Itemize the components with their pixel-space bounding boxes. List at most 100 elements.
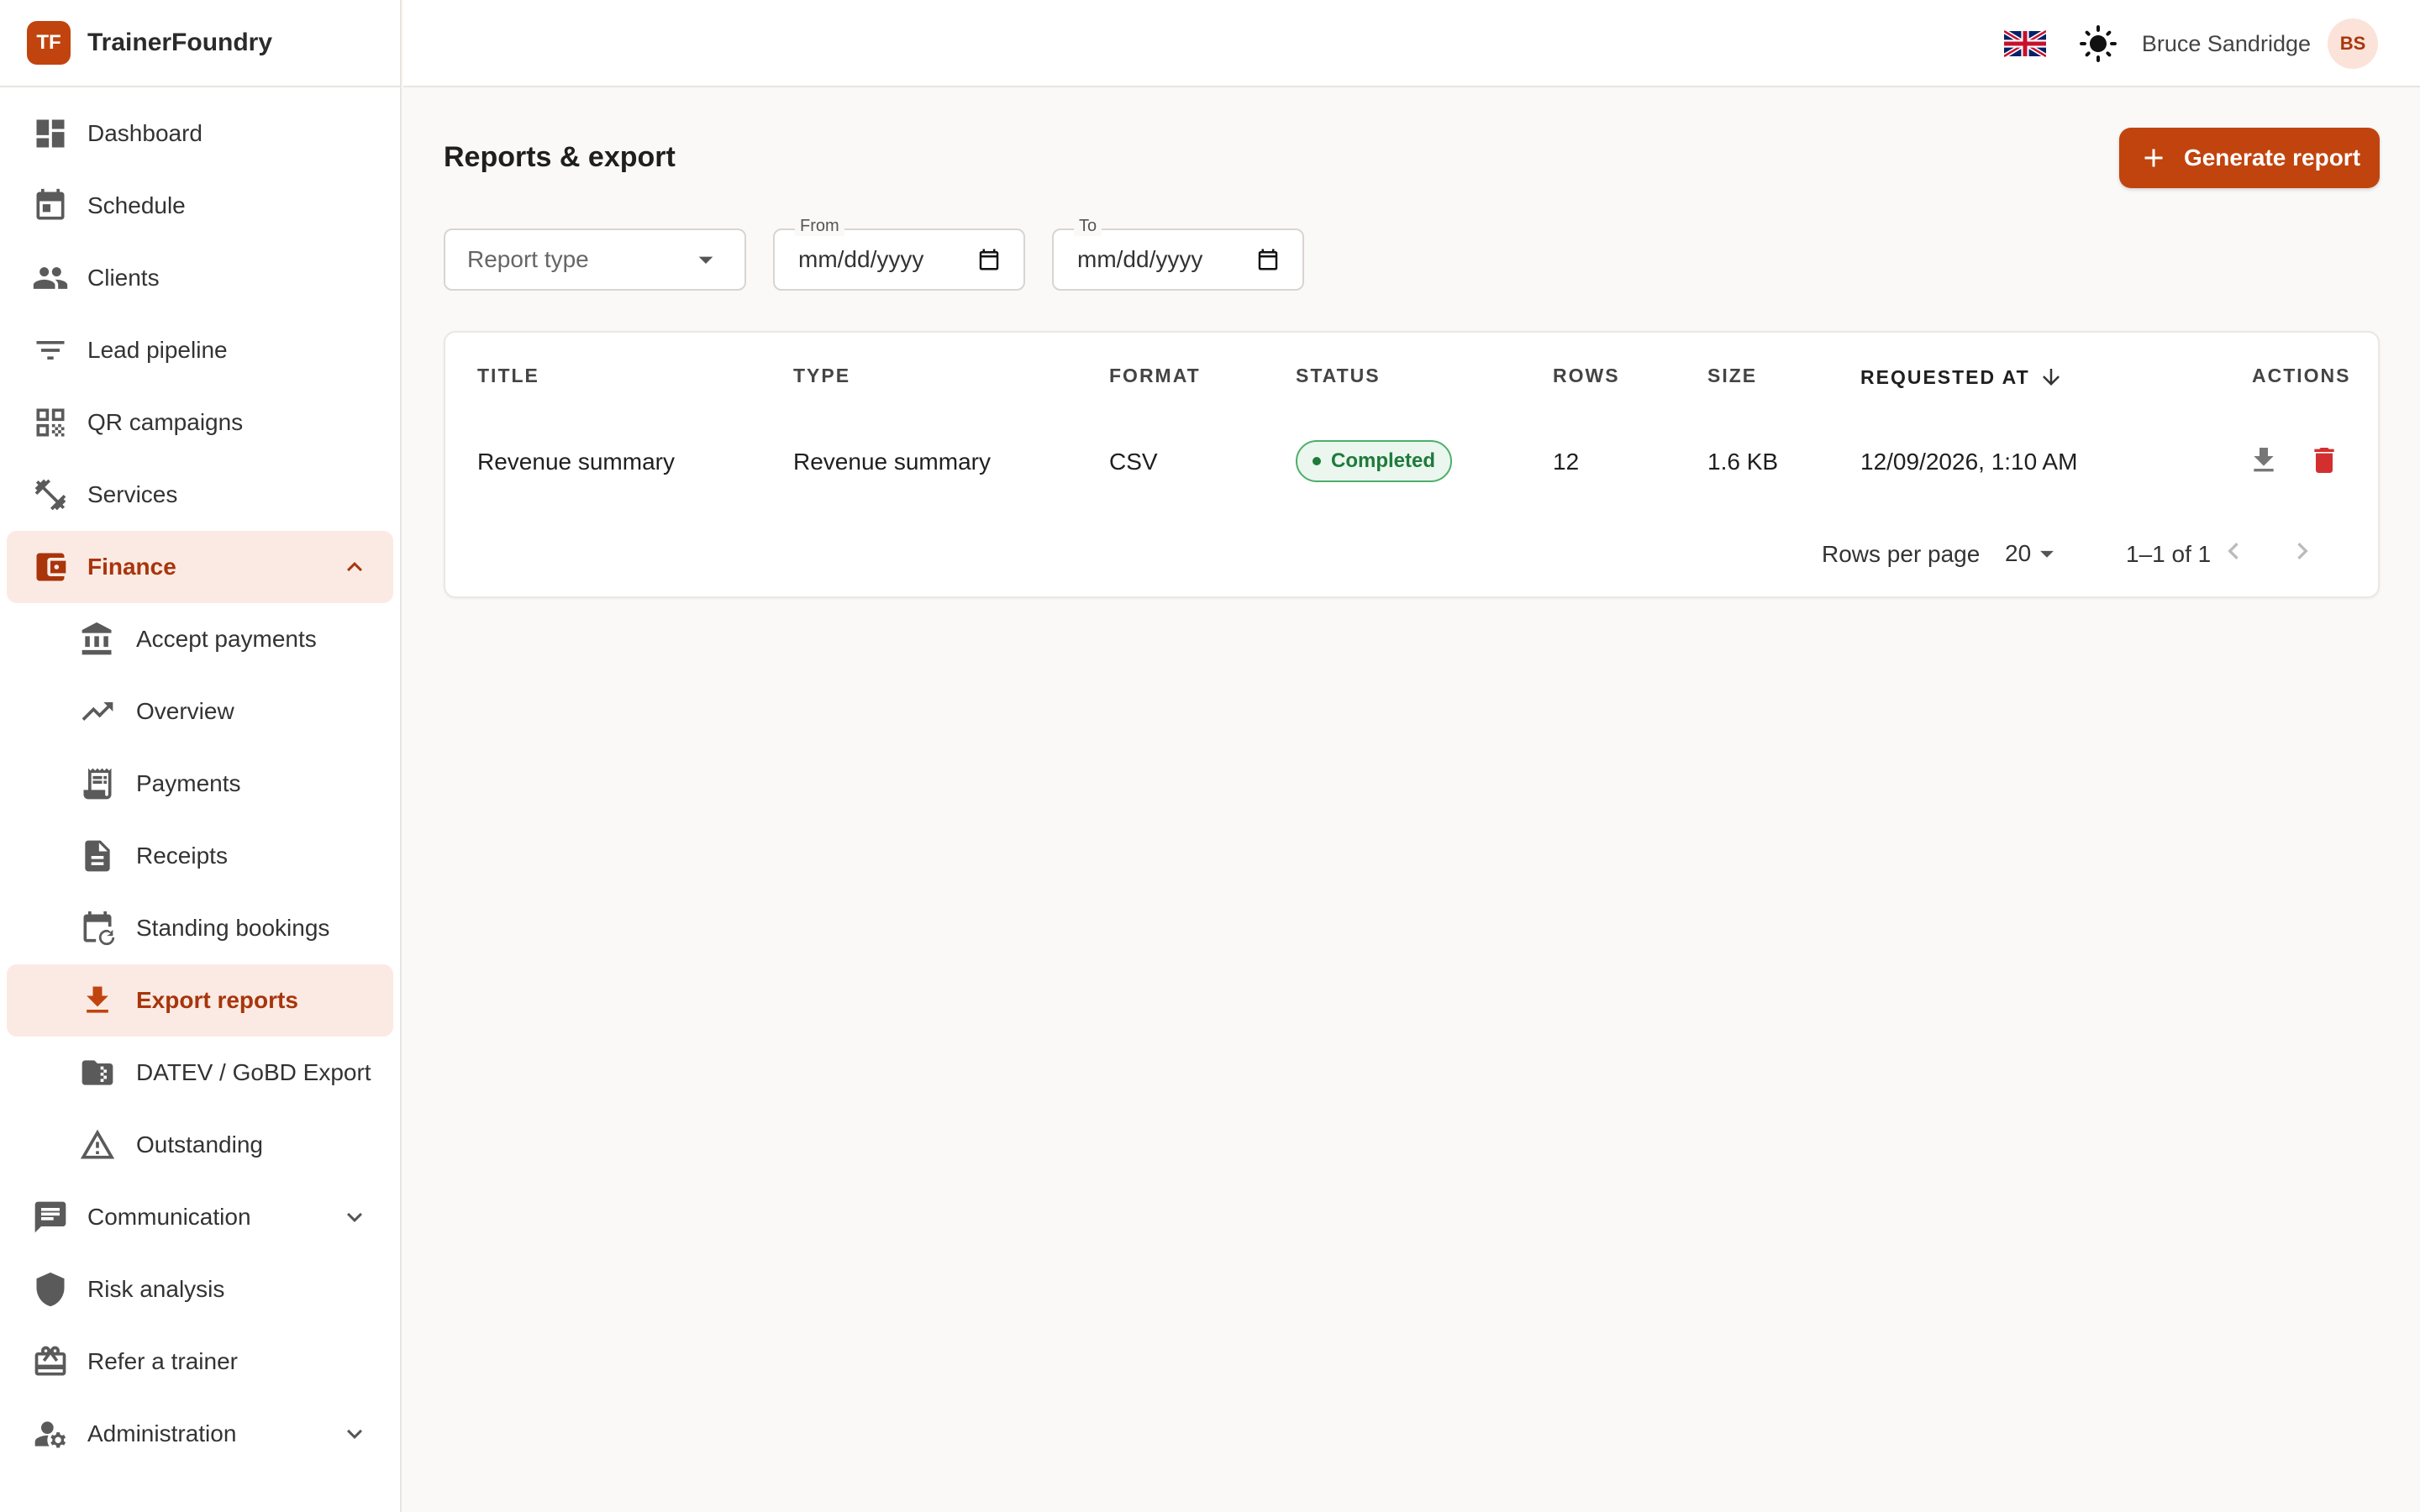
report-type-select[interactable]: Report type [444, 228, 746, 291]
uk-flag-icon[interactable] [2003, 30, 2046, 57]
user-name: Bruce Sandridge [2141, 30, 2311, 56]
sidebar-item-label: Clients [87, 265, 160, 291]
brand-logo: TF [27, 21, 71, 65]
dashboard-icon [30, 113, 71, 154]
sidebar-item-label: Export reports [136, 987, 298, 1013]
sidebar-item-label: DATEV / GoBD Export [136, 1059, 371, 1085]
delete-report-button[interactable] [2307, 444, 2344, 480]
sidebar-item-outstanding[interactable]: Outstanding [7, 1109, 393, 1181]
sidebar-item-communication[interactable]: Communication [7, 1181, 393, 1253]
download-report-button[interactable] [2247, 444, 2284, 480]
caret-down-icon [2040, 550, 2054, 558]
sidebar-item-label: Dashboard [87, 120, 203, 146]
column-header-title[interactable]: TITLE [477, 365, 539, 387]
rows-per-page-label: Rows per page [1822, 541, 1981, 567]
sidebar-item-accept-payments[interactable]: Accept payments [7, 603, 393, 675]
sidebar-item-finance[interactable]: Finance [7, 531, 393, 603]
sidebar-item-label: Accept payments [136, 626, 317, 652]
sun-icon[interactable] [2078, 24, 2118, 64]
sidebar-item-administration[interactable]: Administration [7, 1398, 393, 1470]
brand[interactable]: TF TrainerFoundry [0, 0, 400, 87]
sidebar-item-payments[interactable]: Payments [7, 748, 393, 820]
gift-card-icon [30, 1341, 71, 1382]
calendar-icon [30, 186, 71, 226]
to-date-label: To [1074, 217, 1102, 236]
sidebar-item-label: Overview [136, 698, 234, 724]
status-label: Completed [1331, 449, 1436, 472]
column-header-requested-at[interactable]: REQUESTED AT [1860, 365, 2064, 390]
download-icon [77, 980, 118, 1021]
people-icon [30, 258, 71, 298]
plus-icon [2144, 149, 2163, 167]
sidebar-item-label: Payments [136, 770, 241, 796]
calendar-picker-icon[interactable] [1255, 247, 1281, 272]
pagination-range: 1–1 of 1 [2126, 541, 2212, 567]
from-date-value: mm/dd/yyyy [798, 246, 924, 272]
sidebar-item-services[interactable]: Services [7, 459, 393, 531]
chevron-down-icon [339, 1202, 370, 1232]
sidebar-item-label: Lead pipeline [87, 337, 228, 363]
sidebar-item-lead-pipeline[interactable]: Lead pipeline [7, 314, 393, 386]
sidebar-item-dashboard[interactable]: Dashboard [7, 97, 393, 170]
bank-icon [77, 619, 118, 659]
qr-code-icon [30, 402, 71, 443]
rows-per-page-value: 20 [2005, 540, 2032, 566]
filter-icon [30, 330, 71, 370]
calendar-repeat-icon [77, 908, 118, 948]
sidebar-item-qr-campaigns[interactable]: QR campaigns [7, 386, 393, 459]
sidebar-item-label: Risk analysis [87, 1276, 225, 1302]
folder-zip-icon [77, 1053, 118, 1093]
trending-up-icon [77, 691, 118, 732]
sidebar-item-receipts[interactable]: Receipts [7, 820, 393, 892]
sidebar-item-risk-analysis[interactable]: Risk analysis [7, 1253, 393, 1326]
sidebar-item-clients[interactable]: Clients [7, 242, 393, 314]
next-page-button[interactable] [2286, 534, 2324, 573]
sidebar-item-label: Receipts [136, 843, 228, 869]
sidebar: TF TrainerFoundry Dashboard Schedule Cli… [0, 0, 402, 1512]
generate-report-button[interactable]: Generate report [2119, 128, 2380, 188]
sidebar-item-label: Outstanding [136, 1131, 263, 1158]
generate-report-label: Generate report [2183, 144, 2361, 171]
sidebar-item-label: Standing bookings [136, 915, 330, 941]
dumbbell-icon [30, 475, 71, 515]
chevron-right-icon [2297, 543, 2308, 559]
sidebar-item-schedule[interactable]: Schedule [7, 170, 393, 242]
cell-type: Revenue summary [793, 449, 991, 475]
trash-icon [2314, 448, 2334, 473]
calendar-picker-icon[interactable] [976, 247, 1002, 272]
cell-requested-at: 12/09/2026, 1:10 AM [1860, 449, 2078, 475]
avatar[interactable]: BS [2328, 18, 2378, 69]
chevron-down-icon [339, 1419, 370, 1449]
sidebar-item-refer-trainer[interactable]: Refer a trainer [7, 1326, 393, 1398]
caret-down-icon [689, 243, 723, 276]
receipt-long-icon [77, 764, 118, 804]
column-header-status[interactable]: STATUS [1296, 365, 1381, 387]
sidebar-item-label: Administration [87, 1420, 237, 1446]
column-header-size[interactable]: SIZE [1707, 365, 1757, 387]
to-date-field[interactable]: To mm/dd/yyyy [1052, 217, 1304, 291]
report-type-placeholder: Report type [467, 246, 589, 272]
rows-per-page-select[interactable]: 20 [2005, 538, 2063, 570]
document-icon [77, 836, 118, 876]
sidebar-item-export-reports[interactable]: Export reports [7, 964, 393, 1037]
column-header-rows[interactable]: ROWS [1553, 365, 1620, 387]
brand-name: TrainerFoundry [87, 29, 273, 56]
column-header-type[interactable]: TYPE [793, 365, 850, 387]
page-title: Reports & export [444, 141, 676, 173]
cell-title: Revenue summary [477, 449, 675, 475]
previous-page-button[interactable] [2217, 534, 2255, 573]
column-header-requested-at-label: REQUESTED AT [1860, 365, 2030, 388]
chevron-up-icon [339, 552, 370, 582]
wallet-icon [30, 547, 71, 587]
column-header-format[interactable]: FORMAT [1109, 365, 1201, 387]
warning-icon [77, 1125, 118, 1165]
sidebar-item-label: Communication [87, 1204, 251, 1230]
arrow-down-icon [2042, 369, 2060, 386]
from-date-field[interactable]: From mm/dd/yyyy [773, 217, 1025, 291]
sidebar-item-standing-bookings[interactable]: Standing bookings [7, 892, 393, 964]
sidebar-item-label: QR campaigns [87, 409, 244, 435]
sidebar-item-datev-export[interactable]: DATEV / GoBD Export [7, 1037, 393, 1109]
cell-size: 1.6 KB [1707, 449, 1779, 475]
sidebar-item-overview[interactable]: Overview [7, 675, 393, 748]
sidebar-item-label: Refer a trainer [87, 1348, 238, 1374]
